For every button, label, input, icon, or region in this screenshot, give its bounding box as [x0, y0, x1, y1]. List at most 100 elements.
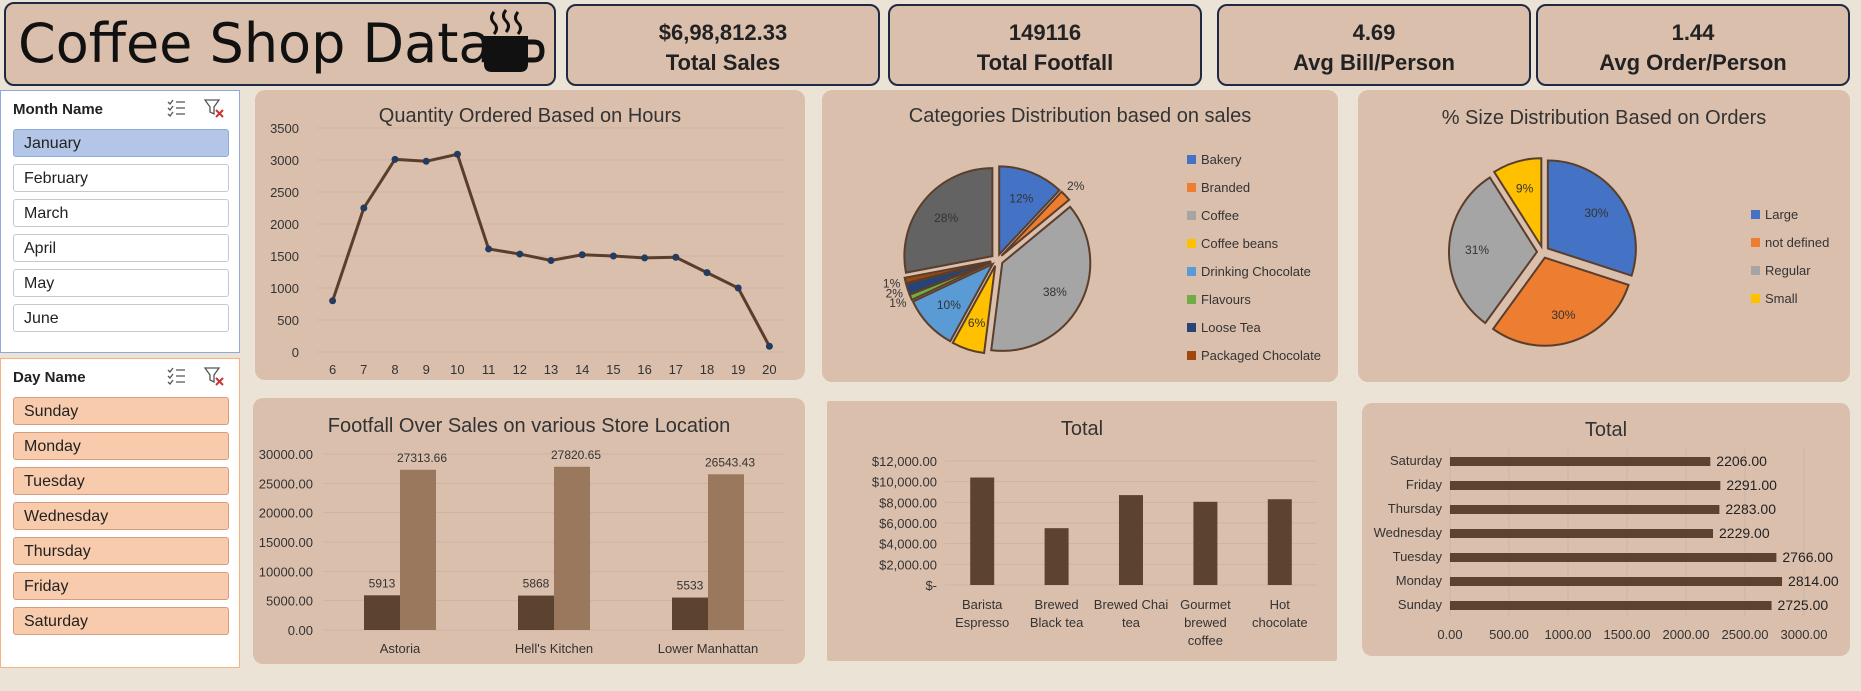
y-tick-label: Friday — [1406, 477, 1443, 492]
y-tick-label: 20000.00 — [259, 506, 313, 521]
x-tick-label: Hell's Kitchen — [515, 641, 593, 656]
data-point — [547, 256, 555, 264]
kpi-total-sales: $6,98,812.33 Total Sales — [566, 4, 880, 86]
legend-label: Small — [1765, 291, 1798, 306]
month-item-february[interactable]: February — [13, 164, 229, 192]
kpi-avg-order: 1.44 Avg Order/Person — [1536, 4, 1850, 86]
x-tick-label: coffee — [1188, 633, 1223, 648]
data-point — [329, 297, 337, 305]
day-item-thursday[interactable]: Thursday — [13, 537, 229, 565]
legend-label: Packaged Chocolate — [1201, 348, 1321, 363]
coffee-cup-icon — [484, 9, 545, 72]
bar — [1119, 495, 1143, 585]
y-tick-label: Thursday — [1388, 501, 1443, 516]
legend-label: Drinking Chocolate — [1201, 264, 1311, 279]
x-tick-label: brewed — [1184, 615, 1227, 630]
data-point — [578, 251, 586, 259]
month-item-april[interactable]: April — [13, 234, 229, 262]
month-slicer: Month Name January February March April May J… — [0, 90, 240, 353]
legend-label: Coffee — [1201, 208, 1239, 223]
data-label: 2725.00 — [1778, 597, 1829, 613]
day-item-wednesday[interactable]: Wednesday — [13, 502, 229, 530]
y-tick-label: 30000.00 — [259, 447, 313, 462]
month-item-may[interactable]: May — [13, 269, 229, 297]
x-tick-label: 10 — [450, 362, 464, 377]
data-point — [765, 342, 773, 350]
y-tick-label: 15000.00 — [259, 535, 313, 550]
month-item-march[interactable]: March — [13, 199, 229, 227]
dashboard-title-box: Coffee Shop Data — [4, 2, 556, 86]
bar — [1450, 481, 1721, 490]
legend-swatch — [1751, 238, 1760, 247]
kpi-label: Avg Bill/Person — [1293, 50, 1455, 75]
x-tick-label: 3000.00 — [1781, 627, 1828, 642]
data-point — [609, 252, 617, 260]
chart-title: Total — [1061, 418, 1103, 440]
data-label: 2283.00 — [1725, 501, 1776, 517]
x-tick-label: 18 — [700, 362, 714, 377]
y-tick-label: 5000.00 — [266, 594, 313, 609]
bar — [1450, 601, 1772, 610]
slice-label: 6% — [968, 316, 986, 330]
legend-swatch — [1187, 239, 1196, 248]
data-label: 5533 — [677, 579, 704, 593]
x-tick-label: 12 — [513, 362, 527, 377]
data-label: 27313.66 — [397, 451, 447, 465]
size-pie-panel: % Size Distribution Based on Orders 30% 30… — [1358, 90, 1850, 382]
data-point — [485, 245, 493, 253]
legend-label: Branded — [1201, 180, 1250, 195]
kpi-label: Total Footfall — [976, 50, 1114, 75]
legend-label: Loose Tea — [1201, 320, 1262, 335]
x-tick-label: Gourmet — [1180, 597, 1231, 612]
y-tick-label: 3000 — [270, 153, 299, 168]
day-item-friday[interactable]: Friday — [13, 572, 229, 600]
bar — [1450, 457, 1711, 466]
bar — [554, 466, 590, 630]
multi-select-icon[interactable] — [165, 365, 187, 387]
y-tick-label: Monday — [1396, 573, 1443, 588]
x-tick-label: 13 — [544, 362, 558, 377]
kpi-label: Total Sales — [665, 50, 781, 75]
slice-label: 38% — [1043, 285, 1067, 299]
legend-swatch — [1187, 155, 1196, 164]
legend-swatch — [1751, 294, 1760, 303]
data-label: 5868 — [523, 577, 550, 591]
y-tick-label: $- — [925, 578, 937, 593]
day-item-saturday[interactable]: Saturday — [13, 607, 229, 635]
slice-label: 30% — [1551, 308, 1575, 322]
slice-label: 9% — [1516, 182, 1534, 196]
clear-filter-icon[interactable] — [203, 97, 225, 119]
chart-title: Quantity Ordered Based on Hours — [379, 105, 681, 127]
multi-select-icon[interactable] — [165, 97, 187, 119]
day-slicer-header: Day Name — [13, 369, 86, 386]
kpi-value: 149116 — [1008, 20, 1082, 45]
x-tick-label: 16 — [637, 362, 651, 377]
x-tick-label: 15 — [606, 362, 620, 377]
x-tick-label: 8 — [391, 362, 398, 377]
month-item-january[interactable]: January — [13, 129, 229, 157]
legend-swatch — [1187, 267, 1196, 276]
x-tick-label: 7 — [360, 362, 367, 377]
legend-label: Regular — [1765, 263, 1811, 278]
y-tick-label: 500 — [277, 313, 299, 328]
y-tick-label: $2,000.00 — [879, 557, 937, 572]
month-slicer-header: Month Name — [13, 101, 103, 118]
category-pie-panel: Categories Distribution based on sales 12… — [822, 90, 1338, 382]
slice-label: 2% — [1067, 179, 1085, 193]
hourly-quantity-line-chart: Quantity Ordered Based on Hours 0 500 1000 1… — [270, 105, 785, 377]
slice-label: 31% — [1465, 243, 1489, 257]
x-tick-label: Lower Manhattan — [658, 641, 758, 656]
data-label: 2206.00 — [1716, 453, 1767, 469]
bar — [1450, 505, 1720, 514]
day-item-tuesday[interactable]: Tuesday — [13, 467, 229, 495]
series-line — [331, 152, 771, 347]
legend-swatch — [1751, 210, 1760, 219]
day-item-monday[interactable]: Monday — [13, 432, 229, 460]
size-pie-chart: % Size Distribution Based on Orders 30% 30… — [1442, 107, 1829, 347]
month-item-june[interactable]: June — [13, 304, 229, 332]
x-tick-label: 9 — [423, 362, 430, 377]
slice-label: 10% — [937, 298, 961, 312]
clear-filter-icon[interactable] — [203, 365, 225, 387]
bar — [1193, 501, 1218, 585]
day-item-sunday[interactable]: Sunday — [13, 397, 229, 425]
